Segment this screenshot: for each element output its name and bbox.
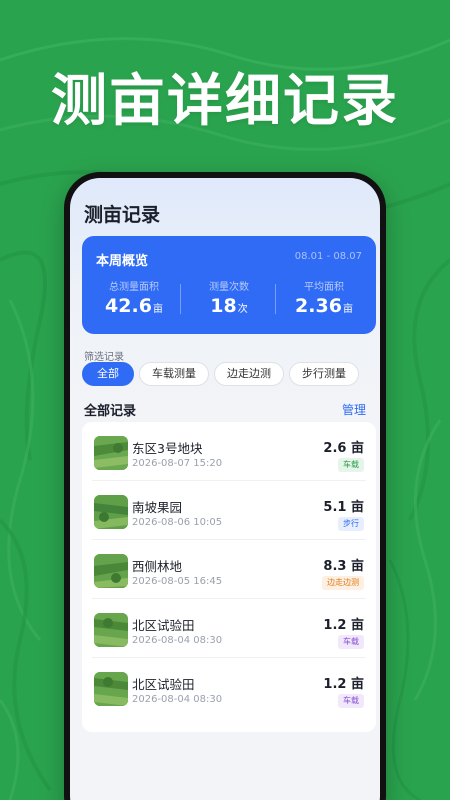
summary-title: 本周概览 — [96, 254, 149, 269]
field-thumbnail — [94, 436, 128, 470]
stat-divider — [180, 284, 181, 314]
field-thumbnail — [94, 495, 128, 529]
record-area-unit: 亩 — [350, 441, 364, 456]
phone-frame: 测亩记录 本周概览 08.01 - 08.07 总测量面积 42.6亩 测量次数… — [64, 172, 386, 800]
record-row[interactable]: 北区试验田 2026-08-04 08:30 1.2 亩 车载 — [82, 658, 376, 717]
page-title: 测亩记录 — [84, 204, 161, 226]
stat-unit: 亩 — [342, 304, 353, 315]
record-area: 1.2 — [323, 618, 347, 633]
stat-value: 2.36 — [295, 295, 342, 317]
field-thumbnail — [94, 672, 128, 706]
records-list: 东区3号地块 2026-08-07 15:20 2.6 亩 车载 南坡果园 20… — [82, 422, 376, 732]
record-time: 2026-08-05 16:45 — [132, 576, 223, 587]
stat-unit: 次 — [237, 304, 248, 315]
record-area-unit: 亩 — [350, 677, 364, 692]
stat-value: 18 — [210, 295, 237, 317]
record-time: 2026-08-06 10:05 — [132, 517, 223, 528]
stat-label: 测量次数 — [209, 282, 249, 293]
record-name: 东区3号地块 — [132, 441, 203, 456]
filter-chip-vehicle[interactable]: 车载测量 — [139, 362, 209, 386]
record-method-tag: 车载 — [338, 458, 364, 472]
record-area-unit: 亩 — [350, 559, 364, 574]
stat-divider — [275, 284, 276, 314]
record-name: 北区试验田 — [132, 677, 195, 692]
record-method-tag: 步行 — [338, 517, 364, 531]
weekly-summary-card: 本周概览 08.01 - 08.07 总测量面积 42.6亩 测量次数 18次 … — [82, 236, 376, 334]
stat-label: 总测量面积 — [109, 282, 159, 293]
record-row[interactable]: 东区3号地块 2026-08-07 15:20 2.6 亩 车载 — [82, 422, 376, 481]
record-area-unit: 亩 — [350, 500, 364, 515]
record-name: 西侧林地 — [132, 559, 183, 574]
field-thumbnail — [94, 554, 128, 588]
record-row[interactable]: 北区试验田 2026-08-04 08:30 1.2 亩 车载 — [82, 599, 376, 658]
filter-label: 筛选记录 — [84, 352, 124, 363]
stat-count: 测量次数 18次 — [183, 278, 275, 317]
record-row[interactable]: 西侧林地 2026-08-05 16:45 8.3 亩 边走边测 — [82, 540, 376, 599]
records-section-title: 全部记录 — [84, 404, 137, 419]
stat-total-area: 总测量面积 42.6亩 — [88, 278, 180, 317]
record-area: 5.1 — [323, 500, 347, 515]
record-name: 北区试验田 — [132, 618, 195, 633]
record-name: 南坡果园 — [132, 500, 183, 515]
record-method-tag: 边走边测 — [322, 576, 364, 590]
record-time: 2026-08-07 15:20 — [132, 458, 223, 469]
filter-chip-on-foot[interactable]: 步行测量 — [289, 362, 359, 386]
field-thumbnail — [94, 613, 128, 647]
manage-link[interactable]: 管理 — [342, 401, 366, 418]
stat-label: 平均面积 — [304, 282, 344, 293]
record-method-tag: 车载 — [338, 635, 364, 649]
record-area: 1.2 — [323, 677, 347, 692]
record-time: 2026-08-04 08:30 — [132, 635, 223, 646]
stat-unit: 亩 — [152, 304, 163, 315]
record-area-unit: 亩 — [350, 618, 364, 633]
record-area: 2.6 — [323, 441, 347, 456]
filter-chip-bar: 全部 车载测量 边走边测 步行测量 — [82, 362, 380, 388]
record-area: 8.3 — [323, 559, 347, 574]
record-time: 2026-08-04 08:30 — [132, 694, 223, 705]
stat-average-area: 平均面积 2.36亩 — [278, 278, 370, 317]
filter-chip-all[interactable]: 全部 — [82, 362, 134, 386]
filter-chip-walk-measure[interactable]: 边走边测 — [214, 362, 284, 386]
summary-date-range: 08.01 - 08.07 — [294, 251, 362, 262]
promo-headline: 测亩详细记录 — [51, 69, 399, 134]
record-method-tag: 车载 — [338, 694, 364, 708]
app-screen: 测亩记录 本周概览 08.01 - 08.07 总测量面积 42.6亩 测量次数… — [70, 178, 380, 800]
stat-value: 42.6 — [105, 295, 152, 317]
record-row[interactable]: 南坡果园 2026-08-06 10:05 5.1 亩 步行 — [82, 481, 376, 540]
